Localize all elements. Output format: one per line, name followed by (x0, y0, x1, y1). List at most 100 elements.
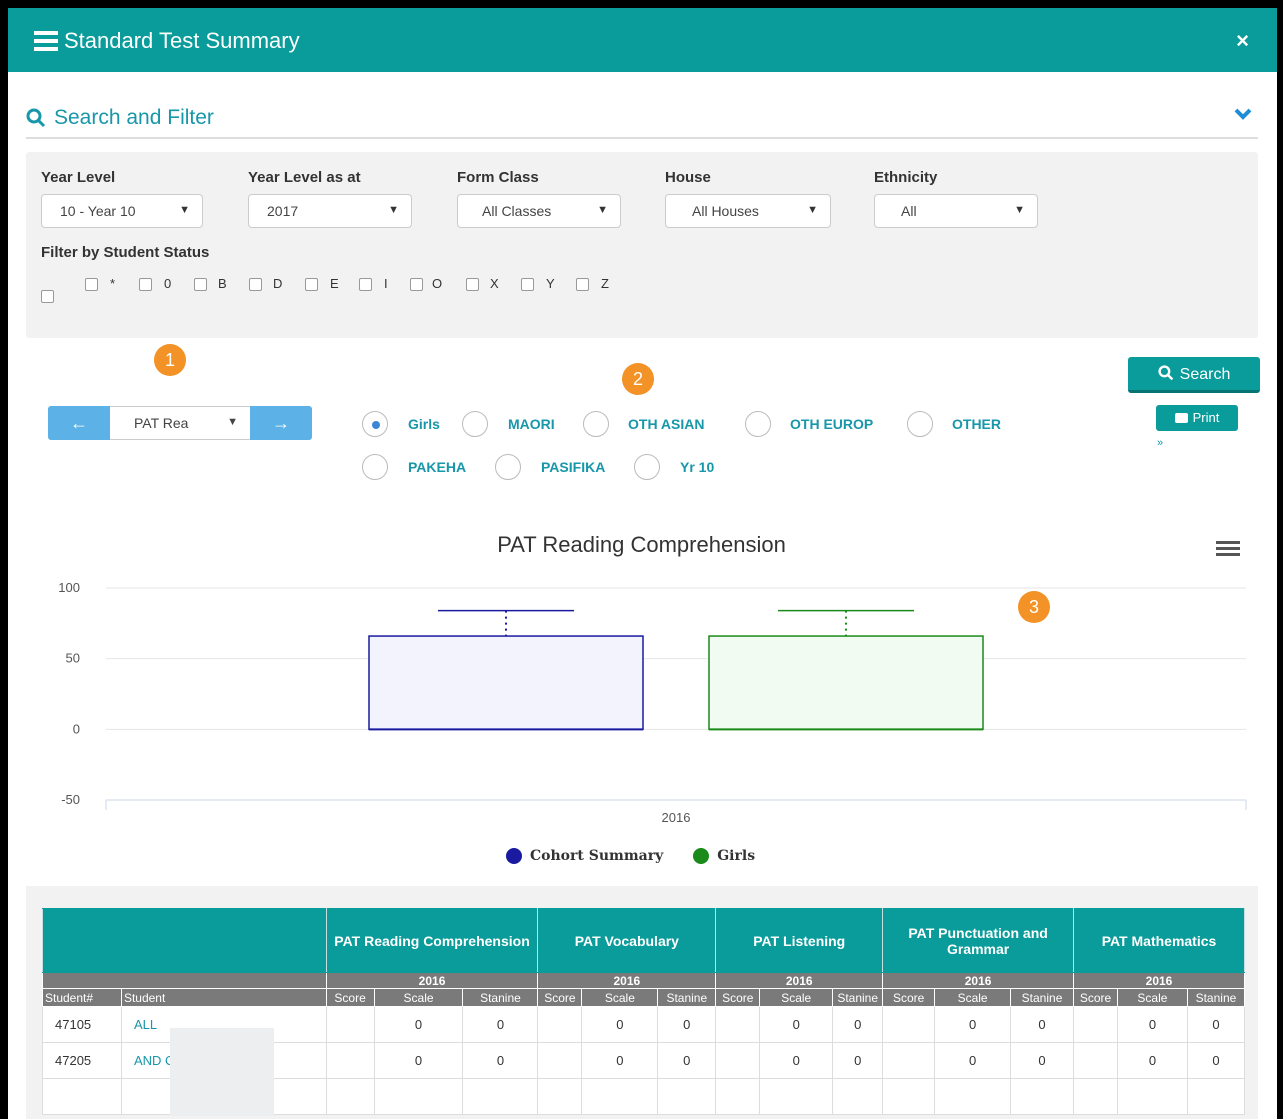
sub-header[interactable]: Stanine (462, 988, 539, 1007)
ethnicity-value: All (901, 203, 917, 219)
score-cell (1010, 1078, 1074, 1115)
sub-header[interactable]: Scale (1116, 988, 1188, 1007)
search-button[interactable]: Search (1128, 357, 1260, 393)
legend-dot-icon (693, 848, 710, 864)
score-cell: 0 (373, 1042, 464, 1079)
score-cell: 0 (373, 1006, 464, 1043)
status-checkbox-all[interactable] (41, 290, 54, 303)
group-label-oth-asian[interactable]: OTH ASIAN (628, 416, 704, 432)
score-cell: 0 (1116, 1042, 1188, 1079)
status-checkbox[interactable] (466, 278, 479, 291)
house-select[interactable]: All Houses ▼ (665, 194, 831, 228)
group-label-pasifika[interactable]: PASIFIKA (541, 459, 605, 475)
status-checkbox[interactable] (305, 278, 318, 291)
group-radio-pakeha[interactable] (362, 454, 388, 480)
group-label-yr10[interactable]: Yr 10 (680, 459, 714, 475)
sub-header[interactable]: Scale (759, 988, 834, 1007)
bar-girls[interactable] (708, 635, 984, 731)
status-option-label: 0 (164, 276, 172, 291)
chart-menu-icon[interactable] (1216, 541, 1240, 559)
score-cell (657, 1078, 717, 1115)
score-cell (832, 1078, 884, 1115)
sub-header[interactable]: Scale (581, 988, 659, 1007)
group-radio-oth-asian[interactable] (583, 411, 609, 437)
status-checkbox[interactable] (139, 278, 152, 291)
window-title: Standard Test Summary (34, 28, 300, 54)
chart-title: PAT Reading Comprehension (497, 532, 786, 557)
search-filter-header[interactable]: Search and Filter (26, 104, 1258, 139)
score-cell (715, 1042, 761, 1079)
print-button[interactable]: Print (1156, 405, 1238, 431)
y-tick-label: 50 (66, 651, 80, 666)
status-option-label: O (432, 276, 443, 291)
sub-header[interactable]: Stanine (657, 988, 717, 1007)
score-cell: 0 (1010, 1006, 1074, 1043)
double-chevron-down-icon[interactable]: » (1157, 437, 1163, 449)
score-cell: 0 (832, 1042, 884, 1079)
legend-label: Cohort Summary (530, 848, 664, 864)
column-group-header: PAT Mathematics (1073, 908, 1245, 973)
status-checkbox[interactable] (249, 278, 262, 291)
status-checkbox[interactable] (576, 278, 589, 291)
group-label-pakeha[interactable]: PAKEHA (408, 459, 466, 475)
sub-header[interactable]: Scale (373, 988, 464, 1007)
year-level-value: 10 - Year 10 (60, 203, 136, 219)
form-class-label: Form Class (457, 169, 539, 186)
sub-header[interactable]: Stanine (832, 988, 884, 1007)
sub-header[interactable]: Score (715, 988, 761, 1007)
next-test-button[interactable]: → (250, 406, 312, 440)
table-subheader-row: Student# Student Score Scale Stanine Score… (42, 988, 1246, 1007)
year-level-as-at-label: Year Level as at (248, 169, 361, 186)
sub-header[interactable]: Score (882, 988, 936, 1007)
group-radio-girls[interactable] (362, 411, 388, 437)
group-label-other[interactable]: OTHER (952, 416, 1001, 432)
group-label-oth-europ[interactable]: OTH EUROP (790, 416, 873, 432)
y-tick-label: -50 (61, 792, 80, 807)
chevron-down-icon[interactable] (1234, 108, 1252, 120)
year-level-as-at-select[interactable]: 2017 ▼ (248, 194, 412, 228)
group-radio-pasifika[interactable] (495, 454, 521, 480)
status-checkbox[interactable] (521, 278, 534, 291)
sub-header[interactable]: Scale (934, 988, 1012, 1007)
status-checkbox[interactable] (194, 278, 207, 291)
form-class-select[interactable]: All Classes ▼ (457, 194, 621, 228)
sub-header[interactable]: Score (1073, 988, 1118, 1007)
score-cell (1073, 1042, 1118, 1079)
sub-header[interactable]: Stanine (1186, 988, 1246, 1007)
sub-header[interactable]: Score (325, 988, 375, 1007)
group-radio-maori[interactable] (462, 411, 488, 437)
group-radio-other[interactable] (907, 411, 933, 437)
group-label-maori[interactable]: MAORI (508, 416, 555, 432)
score-cell (537, 1006, 583, 1043)
group-radio-oth-europ[interactable] (745, 411, 771, 437)
status-checkbox[interactable] (85, 278, 98, 291)
test-select[interactable]: PAT Rea ▼ (110, 406, 250, 440)
sub-header[interactable]: Stanine (1010, 988, 1074, 1007)
legend-item-cohort[interactable]: Cohort Summary (506, 848, 663, 864)
group-label-girls[interactable]: Girls (408, 416, 440, 432)
bar-cohort-summary[interactable] (368, 635, 644, 731)
status-option-label: I (384, 276, 388, 291)
year-level-select[interactable]: 10 - Year 10 ▼ (41, 194, 203, 228)
score-cell: 0 (934, 1006, 1012, 1043)
score-cell: 0 (1186, 1042, 1246, 1079)
sub-header[interactable]: Score (537, 988, 583, 1007)
score-cell (715, 1006, 761, 1043)
form-class-value: All Classes (482, 203, 552, 219)
status-checkbox[interactable] (359, 278, 372, 291)
year-header: 2016 (882, 972, 1074, 989)
ethnicity-select[interactable]: All ▼ (874, 194, 1038, 228)
status-checkbox[interactable] (410, 278, 423, 291)
prev-test-button[interactable]: ← (48, 406, 110, 440)
student-header[interactable]: Student (120, 988, 327, 1007)
status-option-label: Y (546, 276, 555, 291)
dropdown-arrow-icon: ▼ (179, 204, 190, 216)
legend-item-girls[interactable]: Girls (693, 848, 755, 864)
status-option-label: E (330, 276, 339, 291)
legend-dot-icon (506, 848, 522, 864)
group-radio-yr10[interactable] (634, 454, 660, 480)
column-group-header: PAT Reading Comprehension (325, 908, 539, 973)
student-num-header[interactable]: Student# (42, 988, 122, 1007)
close-icon[interactable]: × (1236, 28, 1249, 54)
score-cell (715, 1078, 761, 1115)
